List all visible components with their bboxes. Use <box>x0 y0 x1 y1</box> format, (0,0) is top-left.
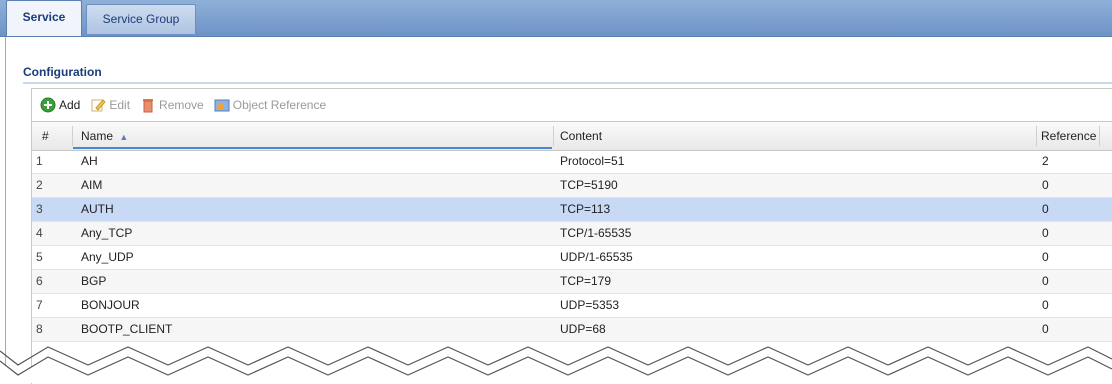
trash-icon <box>140 97 156 113</box>
column-separator <box>1036 126 1037 146</box>
table-row[interactable]: 6 BGP TCP=179 0 <box>32 270 1112 294</box>
remove-label: Remove <box>159 98 204 112</box>
table-row[interactable]: 2 AIM TCP=5190 0 <box>32 174 1112 198</box>
table-row-selected[interactable]: 3 AUTH TCP=113 0 <box>32 198 1112 222</box>
row-reference: 0 <box>1042 274 1049 288</box>
add-label: Add <box>59 98 81 112</box>
tab-service[interactable]: Service <box>6 0 82 36</box>
column-header-num[interactable]: # <box>42 122 49 150</box>
row-number: 2 <box>36 178 43 192</box>
column-header-content[interactable]: Content <box>560 122 602 150</box>
tab-bar: Service Service Group <box>0 0 1112 37</box>
row-content: TCP=113 <box>560 202 611 216</box>
row-reference: 0 <box>1042 202 1049 216</box>
row-reference: 0 <box>1042 226 1049 240</box>
column-header-name[interactable]: Name ▲ <box>81 122 128 150</box>
row-number: 5 <box>36 250 43 264</box>
row-content: TCP/1-65535 <box>560 226 632 240</box>
row-name: BONJOUR <box>81 298 140 312</box>
section-title: Configuration <box>23 65 102 79</box>
row-reference: 0 <box>1042 298 1049 312</box>
row-name: AH <box>81 154 98 168</box>
row-reference: 0 <box>1042 250 1049 264</box>
row-name: AUTH <box>81 202 114 216</box>
row-number: 3 <box>36 202 43 216</box>
column-separator <box>1099 126 1100 146</box>
object-reference-button[interactable]: Object Reference <box>214 97 326 113</box>
edit-label: Edit <box>109 98 131 112</box>
sort-ascending-icon: ▲ <box>119 132 129 142</box>
toolbar: Add Edit Remove Object Reference <box>40 95 326 115</box>
row-number: 7 <box>36 298 43 312</box>
column-header-reference[interactable]: Reference <box>1041 122 1096 150</box>
object-reference-label: Object Reference <box>232 98 327 112</box>
column-separator <box>553 126 554 146</box>
row-number: 1 <box>36 154 43 168</box>
edit-icon <box>90 97 107 113</box>
row-number: 4 <box>36 226 43 240</box>
section-divider <box>23 82 1112 84</box>
row-content: TCP=179 <box>560 274 612 288</box>
row-content: UDP/1-65535 <box>560 250 633 264</box>
row-number: 6 <box>36 274 43 288</box>
row-reference: 2 <box>1042 154 1049 168</box>
tab-service-group[interactable]: Service Group <box>86 4 196 34</box>
column-header-name-label: Name <box>81 129 114 143</box>
edit-button[interactable]: Edit <box>90 97 130 113</box>
table-row[interactable]: 5 Any_UDP UDP/1-65535 0 <box>32 246 1112 270</box>
row-name: Any_TCP <box>81 226 133 240</box>
row-reference: 0 <box>1042 178 1049 192</box>
row-content: UDP=5353 <box>560 298 620 312</box>
table-row[interactable]: 4 Any_TCP TCP/1-65535 0 <box>32 222 1112 246</box>
row-content: Protocol=51 <box>560 154 625 168</box>
column-separator <box>72 126 73 146</box>
row-content: TCP=5190 <box>560 178 618 192</box>
row-name: BGP <box>81 274 107 288</box>
torn-edge-decoration <box>0 346 1112 383</box>
row-name: AIM <box>81 178 103 192</box>
table-row[interactable]: 7 BONJOUR UDP=5353 0 <box>32 294 1112 318</box>
add-button[interactable]: Add <box>40 97 80 113</box>
object-reference-icon <box>214 97 230 113</box>
sort-indicator-bar <box>73 147 552 149</box>
remove-button[interactable]: Remove <box>140 97 204 113</box>
table-row[interactable]: 1 AH Protocol=51 2 <box>32 150 1112 174</box>
add-icon <box>40 97 56 113</box>
row-name: Any_UDP <box>81 250 134 264</box>
